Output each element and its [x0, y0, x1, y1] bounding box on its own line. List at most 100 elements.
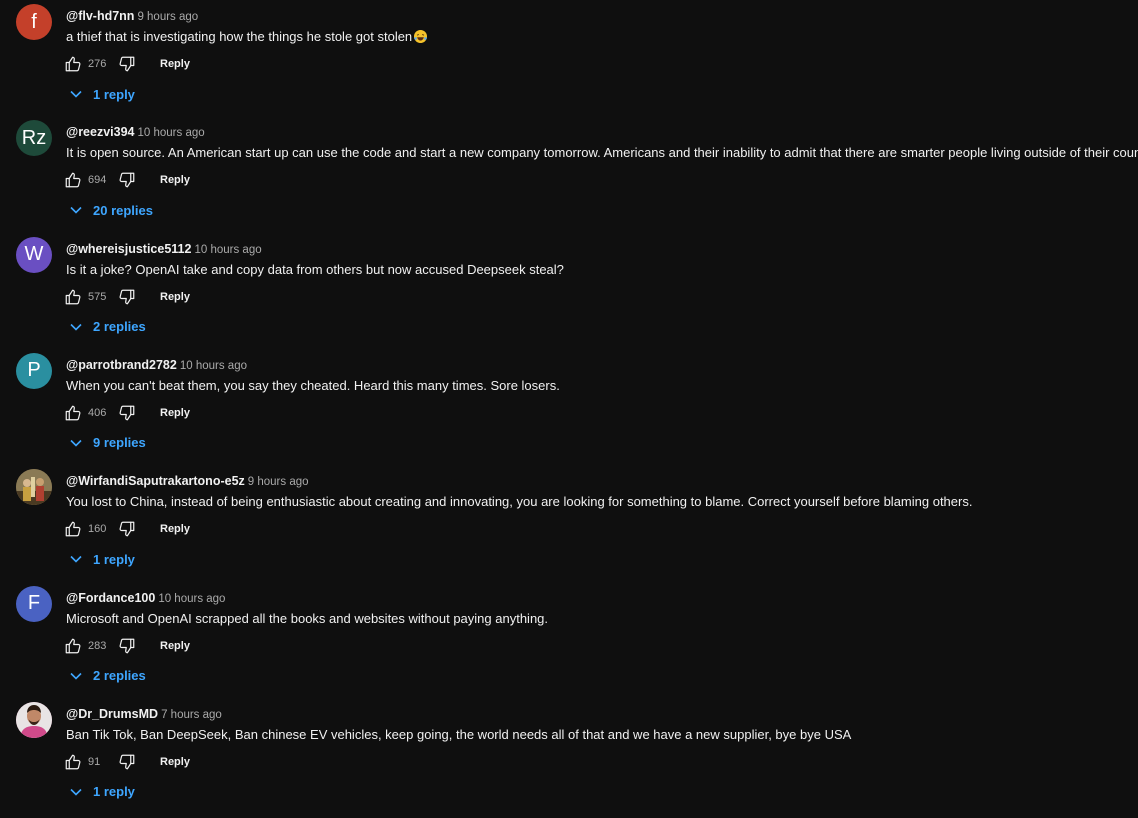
like-count: 91: [88, 755, 101, 768]
author-handle[interactable]: @reezvi394: [66, 125, 135, 139]
reply-button[interactable]: Reply: [160, 756, 190, 768]
thumb-up-icon[interactable]: [64, 637, 82, 655]
chevron-down-icon: [68, 86, 84, 102]
comment-thread: Rz @reezvi394 10 hours ago It is open sourc…: [0, 120, 1138, 236]
comment-header: @parrotbrand2782 10 hours ago: [66, 357, 247, 374]
avatar[interactable]: f: [16, 4, 52, 40]
avatar-letter: Rz: [21, 126, 47, 149]
comment-header: @whereisjustice5112 10 hours ago: [66, 241, 262, 258]
replies-label: 20 replies: [93, 202, 153, 218]
view-replies-button[interactable]: 1 reply: [68, 84, 135, 104]
avatar[interactable]: F: [16, 585, 52, 622]
thumb-down-icon[interactable]: [118, 637, 136, 655]
reply-button[interactable]: Reply: [160, 640, 190, 652]
comment-text: Is it a joke? OpenAI take and copy data …: [66, 261, 564, 279]
thumb-up-icon[interactable]: [64, 55, 82, 73]
thumb-down-icon[interactable]: [118, 55, 136, 73]
reply-button[interactable]: Reply: [160, 523, 190, 535]
like-count: 160: [88, 523, 107, 536]
reply-button[interactable]: Reply: [160, 291, 190, 303]
comment-body: When you can't beat them, you say they c…: [66, 377, 560, 393]
like-count: 575: [88, 290, 107, 303]
avatar[interactable]: W: [16, 236, 52, 273]
author-handle[interactable]: @Fordance100: [66, 591, 155, 605]
comment-actions: 406 Reply: [64, 403, 190, 423]
comment-text: You lost to China, instead of being enth…: [66, 493, 972, 511]
replies-label: 1 reply: [93, 86, 135, 102]
timestamp[interactable]: 10 hours ago: [138, 127, 205, 139]
comment-body: It is open source. An American start up …: [66, 145, 1138, 161]
comment-thread: F @Fordance100 10 hours ago Microsoft and O…: [0, 585, 1138, 702]
timestamp[interactable]: 7 hours ago: [161, 709, 222, 721]
replies-label: 2 replies: [93, 319, 146, 335]
comment-header: @Dr_DrumsMD 7 hours ago: [66, 706, 222, 723]
chevron-down-icon: [68, 319, 84, 335]
thumb-up-icon[interactable]: [64, 520, 82, 538]
view-replies-button[interactable]: 9 replies: [68, 433, 146, 453]
avatar-letter: f: [31, 10, 37, 33]
timestamp[interactable]: 9 hours ago: [248, 476, 309, 488]
comment-thread: @WirfandiSaputrakartono-e5z 9 hours ago Yo…: [0, 469, 1138, 585]
thumb-down-icon[interactable]: [118, 753, 136, 771]
thumb-down-icon[interactable]: [118, 171, 136, 189]
comment-actions: 575 Reply: [64, 287, 190, 307]
timestamp[interactable]: 10 hours ago: [158, 593, 225, 605]
comment-actions: 160 Reply: [64, 519, 190, 539]
avatar[interactable]: [16, 469, 52, 506]
like-count: 406: [88, 406, 107, 419]
comment-body: a thief that is investigating how the th…: [66, 29, 413, 44]
comment-thread: P @parrotbrand2782 10 hours ago When you ca…: [0, 352, 1138, 469]
author-handle[interactable]: @Dr_DrumsMD: [66, 707, 158, 721]
replies-label: 1 reply: [93, 784, 135, 800]
comment-actions: 276 Reply: [64, 54, 190, 74]
like-count: 283: [88, 639, 107, 652]
thumb-up-icon[interactable]: [64, 288, 82, 306]
reply-button[interactable]: Reply: [160, 407, 190, 419]
comment-text: Ban Tik Tok, Ban DeepSeek, Ban chinese E…: [66, 726, 851, 744]
author-handle[interactable]: @parrotbrand2782: [66, 358, 177, 372]
avatar[interactable]: [16, 701, 52, 738]
chevron-down-icon: [68, 668, 84, 684]
thumb-down-icon[interactable]: [118, 520, 136, 538]
replies-label: 9 replies: [93, 435, 146, 451]
thumb-down-icon[interactable]: [118, 404, 136, 422]
avatar[interactable]: P: [16, 352, 52, 389]
timestamp[interactable]: 10 hours ago: [194, 244, 261, 256]
chevron-down-icon: [68, 435, 84, 451]
comment-header: @WirfandiSaputrakartono-e5z 9 hours ago: [66, 473, 309, 490]
chevron-down-icon: [68, 551, 84, 567]
comment-header: @flv-hd7nn 9 hours ago: [66, 8, 198, 25]
view-replies-button[interactable]: 2 replies: [68, 666, 146, 686]
author-handle[interactable]: @flv-hd7nn: [66, 9, 134, 23]
chevron-down-icon: [68, 784, 84, 800]
author-handle[interactable]: @whereisjustice5112: [66, 242, 191, 256]
comment-body: Ban Tik Tok, Ban DeepSeek, Ban chinese E…: [66, 726, 852, 742]
timestamp[interactable]: 10 hours ago: [180, 360, 247, 372]
comment-actions: 283 Reply: [64, 636, 190, 656]
like-count: 276: [88, 58, 107, 70]
view-replies-button[interactable]: 20 replies: [68, 200, 153, 220]
comment-header: @Fordance100 10 hours ago: [66, 590, 225, 607]
thumb-up-icon[interactable]: [64, 753, 82, 771]
comment-body: Microsoft and OpenAI scrapped all the bo…: [66, 610, 549, 626]
comment-body: Is it a joke? OpenAI take and copy data …: [66, 261, 564, 277]
comment-text: When you can't beat them, you say they c…: [66, 377, 560, 395]
timestamp[interactable]: 9 hours ago: [137, 11, 198, 23]
thumb-down-icon[interactable]: [118, 288, 136, 306]
avatar-letter: P: [27, 359, 41, 382]
comment-thread: @Dr_DrumsMD 7 hours ago Ban Tik Tok, Ban D…: [0, 701, 1138, 818]
view-replies-button[interactable]: 2 replies: [68, 317, 146, 337]
comment-header: @reezvi394 10 hours ago: [66, 124, 205, 141]
reply-button[interactable]: Reply: [160, 58, 190, 70]
reply-button[interactable]: Reply: [160, 174, 190, 186]
replies-label: 2 replies: [93, 668, 146, 684]
avatar[interactable]: Rz: [16, 120, 52, 157]
view-replies-button[interactable]: 1 reply: [68, 549, 135, 569]
view-replies-button[interactable]: 1 reply: [68, 782, 135, 802]
like-count: 694: [88, 174, 107, 187]
replies-label: 1 reply: [93, 551, 135, 567]
laughing-emoji-icon: [414, 30, 428, 43]
thumb-up-icon[interactable]: [64, 171, 82, 189]
author-handle[interactable]: @WirfandiSaputrakartono-e5z: [66, 474, 245, 488]
thumb-up-icon[interactable]: [64, 404, 82, 422]
